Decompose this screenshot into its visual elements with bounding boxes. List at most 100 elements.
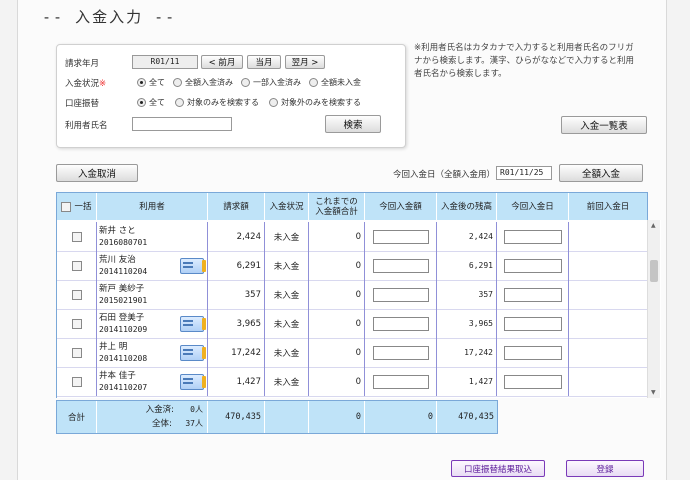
current-date-input[interactable] bbox=[503, 345, 562, 360]
cell-amount-value: 357 bbox=[244, 289, 261, 300]
cell-balance: 6,291 bbox=[437, 251, 497, 280]
bank-transfer-card-icon bbox=[180, 316, 206, 332]
payment-date-input[interactable]: R01/11/25 bbox=[496, 166, 552, 180]
user-id: 2015021901 bbox=[99, 295, 148, 305]
cell-paid-total-value: 0 bbox=[355, 231, 361, 242]
cell-bulk bbox=[57, 280, 97, 309]
next-month-button[interactable]: 翌月 > bbox=[285, 55, 325, 69]
cell-amount-value: 3,965 bbox=[236, 318, 261, 329]
transfer-option-nontarget[interactable]: 対象外のみを検索する bbox=[269, 97, 361, 108]
current-amount-input[interactable] bbox=[372, 345, 429, 360]
sum-status-empty bbox=[265, 401, 309, 433]
radio-icon[interactable] bbox=[269, 98, 278, 107]
payment-status: 未入金 bbox=[273, 290, 300, 301]
table-row[interactable]: 井上 明 2014110208 17,242 未入金 0 17,242 bbox=[57, 338, 647, 368]
cell-current-amount bbox=[365, 338, 437, 367]
user-name-input[interactable] bbox=[132, 117, 232, 131]
current-amount-input[interactable] bbox=[372, 374, 429, 389]
status-option-full[interactable]: 全額入金済み bbox=[173, 77, 233, 88]
month-field[interactable]: R01/11 bbox=[132, 55, 198, 69]
transfer-option-all[interactable]: 全て bbox=[137, 97, 165, 108]
current-date-input[interactable] bbox=[503, 258, 562, 273]
cell-balance-value: 2,424 bbox=[468, 232, 493, 241]
row-checkbox[interactable] bbox=[71, 347, 82, 358]
row-checkbox[interactable] bbox=[71, 318, 82, 329]
page-title: -- 入金入力 -- bbox=[42, 8, 177, 26]
cell-current-date bbox=[497, 338, 569, 367]
status-option-all[interactable]: 全て bbox=[137, 77, 165, 88]
table-row[interactable]: 新戸 美紗子 2015021901 357 未入金 0 357 bbox=[57, 280, 647, 310]
count-cell: 入金済: 0人 全体: 37人 bbox=[97, 401, 208, 433]
table-row[interactable]: 井本 佳子 2014110207 1,427 未入金 0 1,427 bbox=[57, 367, 647, 397]
row-checkbox[interactable] bbox=[71, 260, 82, 271]
cell-amount-value: 17,242 bbox=[231, 347, 261, 358]
cell-status: 未入金 bbox=[265, 367, 309, 396]
search-note: ※利用者氏名はカタカナで入力すると利用者氏名のフリガナから検索します。漢字、ひら… bbox=[414, 43, 634, 79]
sum-current: 0 bbox=[365, 401, 437, 433]
current-date-input[interactable] bbox=[503, 374, 562, 389]
cell-amount-value: 1,427 bbox=[236, 376, 261, 387]
transfer-result-import-button[interactable]: 口座振替結果取込 bbox=[451, 460, 545, 477]
total-label: 合計 bbox=[57, 401, 97, 433]
cell-status: 未入金 bbox=[265, 309, 309, 338]
cell-current-amount bbox=[365, 222, 437, 251]
this-month-button[interactable]: 当月 bbox=[247, 55, 281, 69]
scrollbar[interactable]: ▲ ▼ bbox=[647, 220, 660, 398]
current-amount-input[interactable] bbox=[372, 287, 429, 302]
cell-paid-total-value: 0 bbox=[355, 318, 361, 329]
radio-icon[interactable] bbox=[173, 78, 182, 87]
bank-transfer-card-icon bbox=[180, 258, 206, 274]
cell-paid-total-value: 0 bbox=[355, 376, 361, 387]
cell-balance: 1,427 bbox=[437, 367, 497, 396]
select-all-checkbox[interactable] bbox=[61, 202, 72, 212]
cell-paid-total-value: 0 bbox=[355, 260, 361, 271]
cell-balance-value: 6,291 bbox=[468, 261, 493, 270]
status-option-unpaid[interactable]: 全額未入金 bbox=[309, 77, 361, 88]
user-id: 2014110204 bbox=[99, 266, 148, 276]
current-amount-input[interactable] bbox=[372, 316, 429, 331]
register-button[interactable]: 登録 bbox=[566, 460, 644, 477]
radio-icon[interactable] bbox=[175, 98, 184, 107]
cell-amount-value: 2,424 bbox=[236, 231, 261, 242]
scroll-thumb[interactable] bbox=[650, 260, 658, 282]
current-date-input[interactable] bbox=[503, 229, 562, 244]
radio-icon[interactable] bbox=[137, 98, 146, 107]
payment-status: 未入金 bbox=[273, 348, 300, 359]
table-row[interactable]: 荒川 友治 2014110204 6,291 未入金 0 6,291 bbox=[57, 251, 647, 281]
prev-month-button[interactable]: < 前月 bbox=[201, 55, 243, 69]
transfer-label: 口座振替 bbox=[65, 99, 100, 109]
current-date-input[interactable] bbox=[503, 316, 562, 331]
cell-balance-value: 17,242 bbox=[464, 348, 493, 357]
radio-icon[interactable] bbox=[137, 78, 146, 87]
cell-bulk bbox=[57, 367, 97, 396]
table-body[interactable]: 新井 さと 2016080701 2,424 未入金 0 2,424 荒川 友治 201411… bbox=[56, 220, 661, 398]
payment-status: 未入金 bbox=[273, 377, 300, 388]
search-form: 請求年月 R01/11 < 前月 当月 翌月 > 入金状況※ 全て 全額入金済み… bbox=[56, 44, 406, 148]
table-row[interactable]: 新井 さと 2016080701 2,424 未入金 0 2,424 bbox=[57, 222, 647, 252]
search-button[interactable]: 検索 bbox=[325, 115, 381, 133]
scroll-down-icon[interactable]: ▼ bbox=[651, 389, 656, 396]
scroll-up-icon[interactable]: ▲ bbox=[651, 222, 656, 229]
row-checkbox[interactable] bbox=[71, 231, 82, 242]
cell-amount: 2,424 bbox=[208, 222, 265, 251]
radio-icon[interactable] bbox=[241, 78, 250, 87]
current-date-input[interactable] bbox=[503, 287, 562, 302]
transfer-radio-group: 全て 対象のみを検索する 対象外のみを検索する bbox=[137, 97, 361, 108]
paid-count: 入金済: 0人 bbox=[145, 405, 203, 415]
cell-user: 新戸 美紗子 2015021901 bbox=[97, 280, 208, 309]
row-checkbox[interactable] bbox=[71, 376, 82, 387]
radio-icon[interactable] bbox=[309, 78, 318, 87]
user-name: 新井 さと bbox=[99, 225, 136, 236]
payment-list-button[interactable]: 入金一覧表 bbox=[561, 116, 647, 134]
full-payment-button[interactable]: 全額入金 bbox=[559, 164, 643, 182]
transfer-option-target[interactable]: 対象のみを検索する bbox=[175, 97, 259, 108]
status-option-partial[interactable]: 一部入金済み bbox=[241, 77, 301, 88]
cell-amount: 3,965 bbox=[208, 309, 265, 338]
user-id: 2014110208 bbox=[99, 353, 148, 363]
table-row[interactable]: 石田 登美子 2014110209 3,965 未入金 0 3,965 bbox=[57, 309, 647, 339]
cancel-payment-button[interactable]: 入金取消 bbox=[56, 164, 138, 182]
cell-current-amount bbox=[365, 280, 437, 309]
row-checkbox[interactable] bbox=[71, 289, 82, 300]
current-amount-input[interactable] bbox=[372, 258, 429, 273]
current-amount-input[interactable] bbox=[372, 229, 429, 244]
